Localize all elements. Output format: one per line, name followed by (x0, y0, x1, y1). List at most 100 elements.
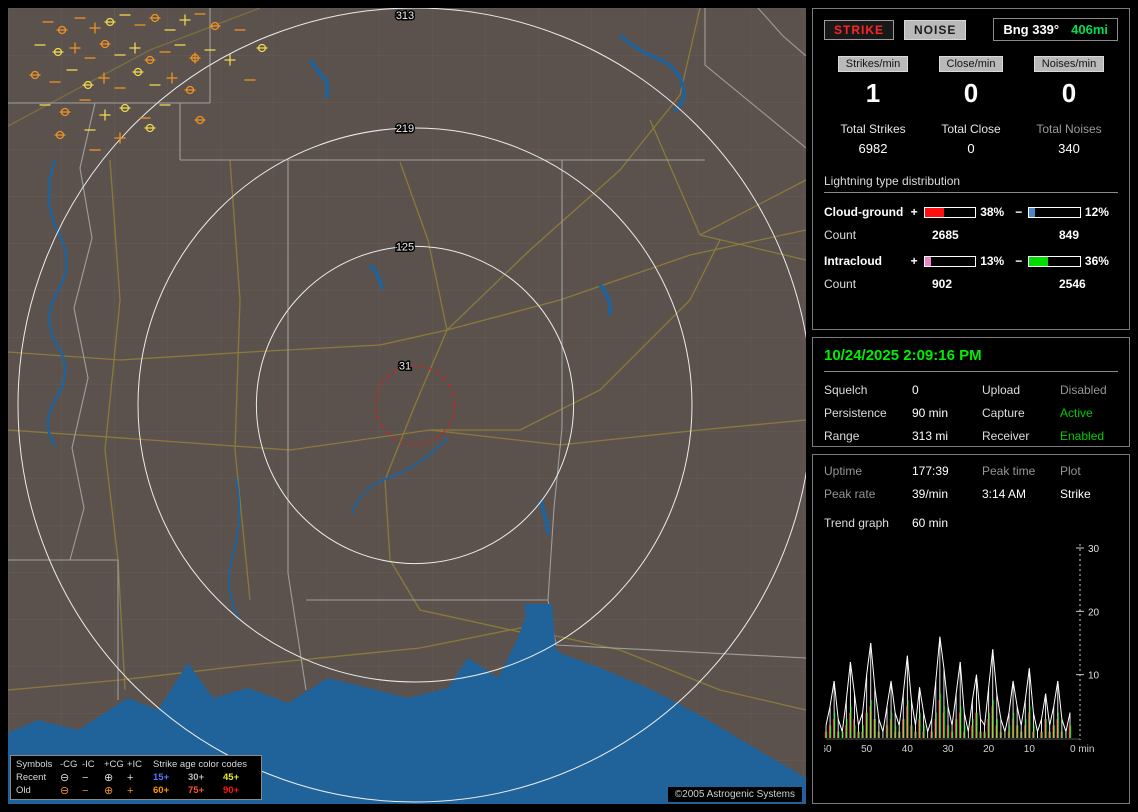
cg-count-label: Count (824, 228, 916, 242)
cg-positive-bar (924, 207, 977, 218)
svg-text:10: 10 (1024, 744, 1036, 755)
peak-rate-label: Peak rate (824, 487, 912, 501)
strikes-per-min-value: 1 (824, 78, 922, 109)
minus-sign: − (1013, 254, 1024, 268)
legend-col-neg-ic: -IC (82, 759, 104, 770)
side-panel: STRIKE NOISE Bng 339°406mi Strikes/min C… (812, 8, 1130, 811)
ic-negative-bar (1028, 256, 1081, 267)
legend-row-old-label: Old (16, 785, 60, 796)
noises-per-min-value: 0 (1020, 78, 1118, 109)
svg-text:313: 313 (396, 10, 414, 22)
close-per-min-value: 0 (922, 78, 1020, 109)
svg-text:31: 31 (399, 361, 411, 373)
neg-ic-old-icon: − (82, 786, 104, 796)
svg-text:0 min: 0 min (1070, 744, 1094, 755)
age-15: 15+ (153, 772, 188, 783)
neg-ic-recent-icon: − (82, 773, 104, 783)
legend-col-pos-ic: +IC (127, 759, 153, 770)
svg-text:20: 20 (983, 744, 995, 755)
uptime-label: Uptime (824, 464, 912, 478)
bearing-readout: Bng 339°406mi (993, 18, 1118, 41)
plus-sign: + (909, 205, 920, 219)
age-75: 75+ (188, 785, 223, 796)
ic-negative-pct: 36% (1085, 254, 1118, 268)
pos-ic-old-icon: + (127, 786, 153, 796)
strike-indicator[interactable]: STRIKE (824, 20, 894, 40)
age-90: 90+ (223, 785, 256, 796)
legend-col-neg-cg: -CG (60, 759, 82, 770)
neg-cg-recent-icon: ⊖ (60, 773, 82, 783)
settings-box: 10/24/2025 2:09:16 PM Squelch 0 Upload D… (812, 337, 1130, 447)
total-strikes-value: 6982 (824, 141, 922, 156)
ic-positive-count: 902 (916, 277, 1043, 291)
range-value: 313 mi (912, 429, 982, 443)
svg-text:40: 40 (902, 744, 914, 755)
capture-status: Active (1060, 406, 1118, 420)
legend-symbols-header: Symbols (16, 759, 60, 770)
trend-graph-canvas: 10 20 30 60 50 40 30 20 10 0 min (824, 538, 1118, 760)
trend-graph-window: 60 min (912, 516, 948, 530)
receiver-status: Enabled (1060, 429, 1118, 443)
cg-negative-count: 849 (1043, 228, 1079, 242)
cg-positive-count: 2685 (916, 228, 1043, 242)
total-strikes-label: Total Strikes (824, 122, 922, 136)
age-45: 45+ (223, 772, 256, 783)
trend-graph-label: Trend graph (824, 516, 912, 530)
noise-indicator[interactable]: NOISE (904, 20, 966, 40)
age-60: 60+ (153, 785, 188, 796)
legend-col-pos-cg: +CG (104, 759, 127, 770)
svg-text:30: 30 (1088, 544, 1100, 555)
svg-text:20: 20 (1088, 607, 1100, 618)
cg-negative-pct: 12% (1085, 205, 1118, 219)
legend-age-header: Strike age color codes (153, 759, 256, 770)
bearing-range: 406mi (1071, 22, 1108, 37)
stats-box: STRIKE NOISE Bng 339°406mi Strikes/min C… (812, 8, 1130, 330)
total-noises-value: 340 (1020, 141, 1118, 156)
total-close-value: 0 (922, 141, 1020, 156)
pos-ic-recent-icon: + (127, 773, 153, 783)
ic-count-label: Count (824, 277, 916, 291)
peak-rate-value: 39/min (912, 487, 982, 501)
total-noises-label: Total Noises (1020, 122, 1118, 136)
plus-sign: + (909, 254, 920, 268)
intracloud-label: Intracloud (824, 254, 909, 268)
squelch-label: Squelch (824, 383, 912, 397)
neg-cg-old-icon: ⊖ (60, 786, 82, 796)
minus-sign: − (1013, 205, 1024, 219)
svg-text:30: 30 (942, 744, 954, 755)
distribution-title: Lightning type distribution (824, 174, 1118, 193)
squelch-value: 0 (912, 383, 982, 397)
svg-text:10: 10 (1088, 671, 1100, 682)
datetime-display: 10/24/2025 2:09:16 PM (824, 347, 1118, 372)
ic-positive-bar (924, 256, 977, 267)
pos-cg-old-icon: ⊕ (104, 786, 127, 796)
lightning-map: 313 219 125 31 Symbols -CG -IC +CG +IC Stri… (8, 8, 806, 804)
cloud-ground-label: Cloud-ground (824, 205, 909, 219)
svg-text:219: 219 (396, 123, 414, 135)
peak-time-label: Peak time (982, 464, 1060, 478)
cg-negative-bar (1028, 207, 1081, 218)
strikes-per-min-label: Strikes/min (838, 56, 908, 72)
legend-row-recent-label: Recent (16, 772, 60, 783)
trend-graph: 10 20 30 60 50 40 30 20 10 0 min (824, 538, 1118, 763)
noises-per-min-label: Noises/min (1034, 56, 1104, 72)
total-close-label: Total Close (922, 122, 1020, 136)
receiver-label: Receiver (982, 429, 1060, 443)
map-canvas: 313 219 125 31 (8, 8, 806, 804)
range-label: Range (824, 429, 912, 443)
upload-status: Disabled (1060, 383, 1118, 397)
copyright-text: ©2005 Astrogenic Systems (668, 787, 802, 802)
capture-label: Capture (982, 406, 1060, 420)
upload-label: Upload (982, 383, 1060, 397)
plot-value: Strike (1060, 487, 1118, 501)
cg-positive-pct: 38% (980, 205, 1013, 219)
peak-time-value: 3:14 AM (982, 487, 1060, 501)
close-per-min-label: Close/min (939, 56, 1004, 72)
map-legend: Symbols -CG -IC +CG +IC Strike age color… (10, 755, 262, 800)
ic-positive-pct: 13% (980, 254, 1013, 268)
svg-text:50: 50 (861, 744, 873, 755)
persistence-value: 90 min (912, 406, 982, 420)
svg-text:60: 60 (824, 744, 832, 755)
svg-text:125: 125 (396, 241, 414, 253)
pos-cg-recent-icon: ⊕ (104, 773, 127, 783)
